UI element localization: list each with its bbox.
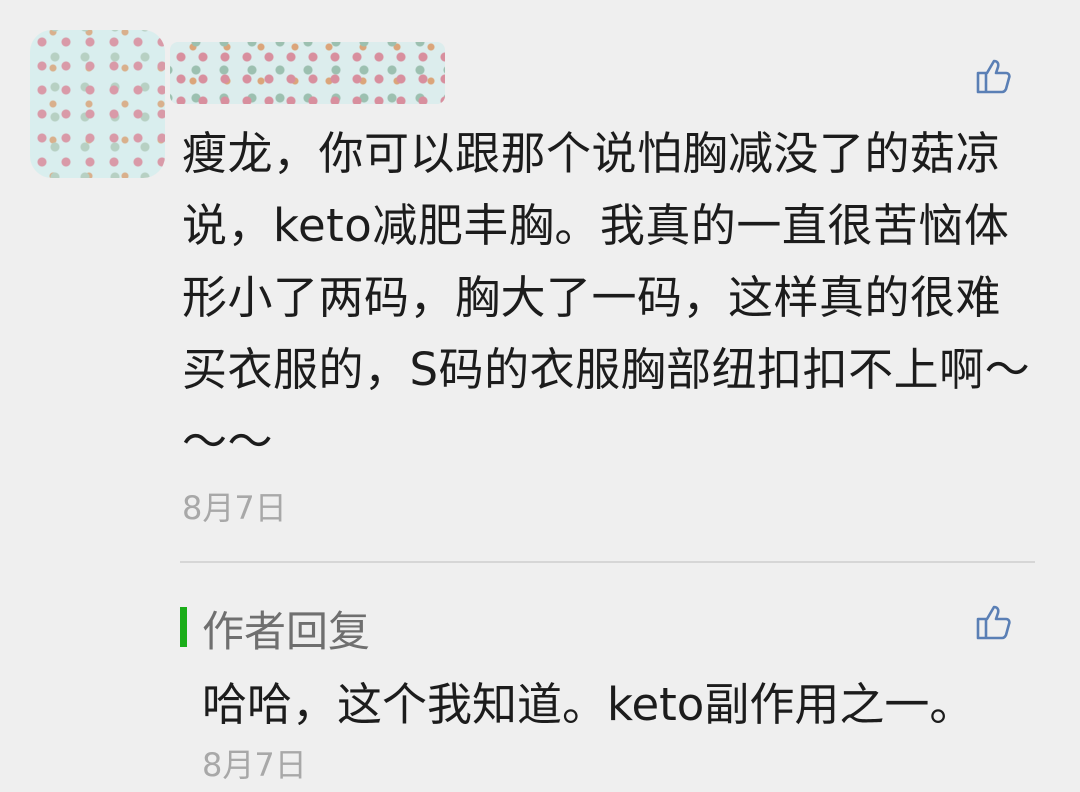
thumbs-up-icon: [976, 59, 1011, 94]
reply-date: 8月7日: [202, 746, 307, 784]
comment-text: 瘦龙，你可以跟那个说怕胸减没了的菇凉说，keto减肥丰胸。我真的一直很苦恼体形小…: [182, 127, 1031, 468]
comment-like-button[interactable]: [974, 56, 1014, 96]
reply-accent-bar: [180, 607, 187, 647]
author-reply-label: 作者回复: [202, 607, 371, 656]
reply-like-button[interactable]: [974, 602, 1014, 642]
comment-date: 8月7日: [182, 489, 287, 527]
thumbs-up-icon: [976, 605, 1011, 640]
divider: [180, 561, 1035, 563]
reply-text: 哈哈，这个我知道。keto副作用之一。: [202, 678, 975, 731]
commenter-avatar-blurred[interactable]: [30, 30, 165, 178]
commenter-name-blurred: [170, 42, 445, 104]
